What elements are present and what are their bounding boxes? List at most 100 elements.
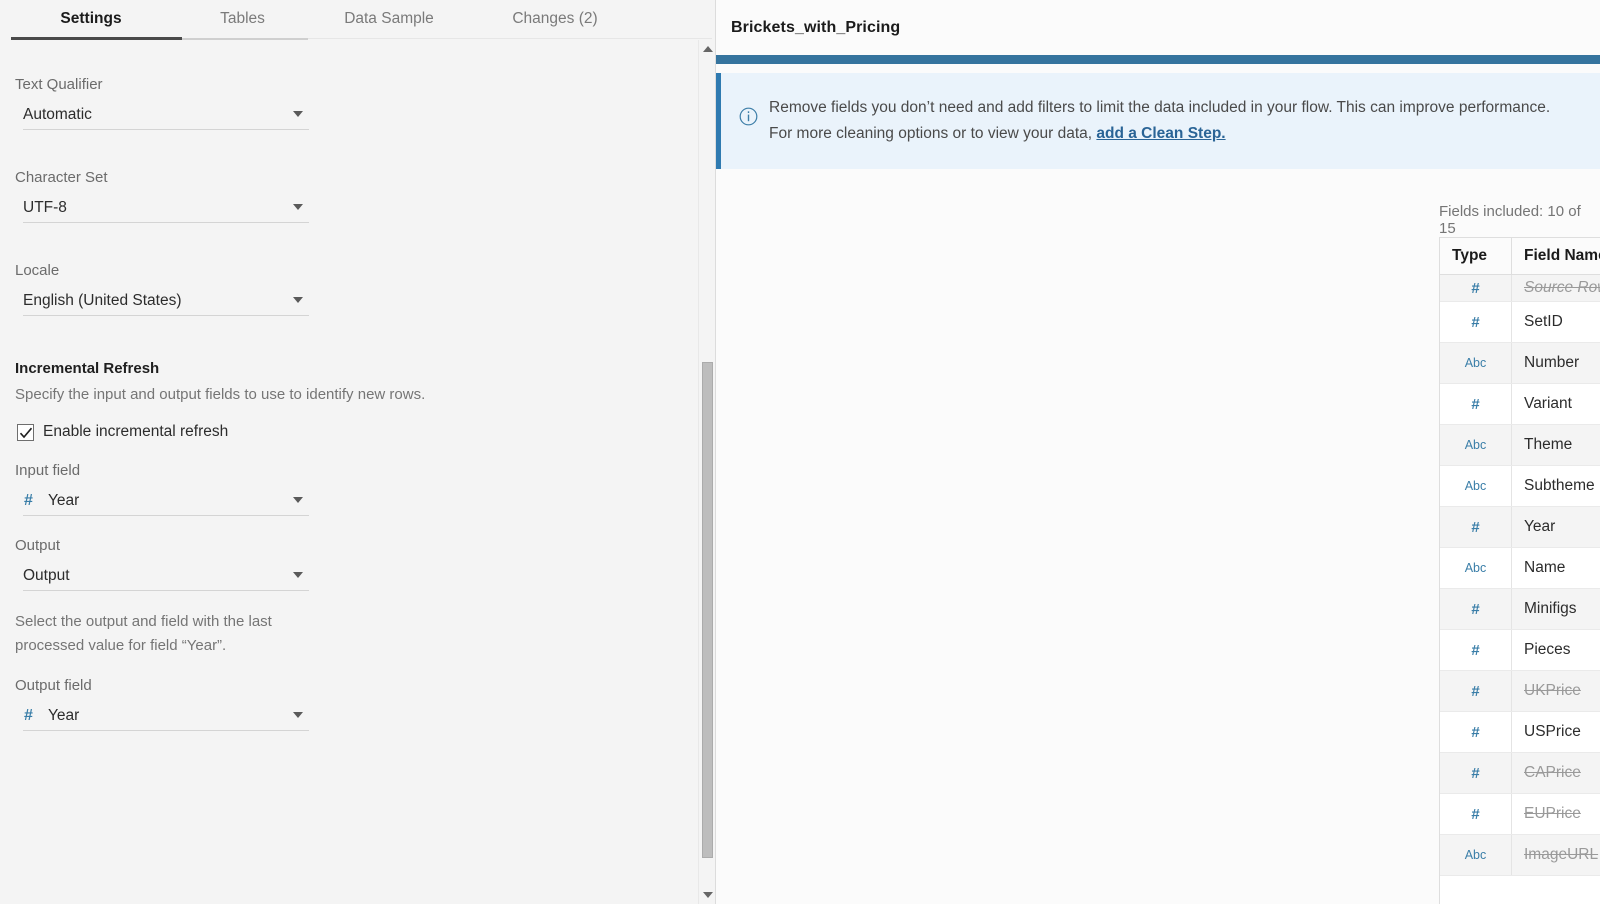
chevron-down-icon: [293, 297, 303, 303]
table-row[interactable]: # CAPrice: [1440, 753, 1600, 794]
scrollbar-thumb[interactable]: [702, 362, 713, 858]
scroll-down-arrow-icon[interactable]: [703, 892, 713, 898]
field-name-cell[interactable]: ImageURL: [1512, 835, 1600, 875]
output-value: Output: [23, 567, 70, 585]
info-banner-text: Remove fields you don’t need and add fil…: [769, 95, 1559, 147]
field-name-cell[interactable]: SetID: [1512, 302, 1600, 342]
string-type-icon[interactable]: Abc: [1440, 466, 1512, 506]
table-row[interactable]: # Minifigs: [1440, 589, 1600, 630]
number-type-icon[interactable]: #: [1440, 302, 1512, 342]
column-header-field-name[interactable]: Field Name: [1512, 238, 1600, 274]
info-banner: Remove fields you don’t need and add fil…: [716, 73, 1600, 169]
add-clean-step-link[interactable]: add a Clean Step.: [1096, 125, 1225, 142]
table-row[interactable]: #Source Row Number: [1440, 275, 1600, 302]
tab-changes[interactable]: Changes (2): [475, 0, 635, 38]
field-name-label: Year: [1524, 518, 1555, 536]
table-row[interactable]: # Pieces: [1440, 630, 1600, 671]
enable-incremental-refresh-checkbox-row[interactable]: Enable incremental refresh: [17, 423, 684, 441]
table-row[interactable]: AbcName: [1440, 548, 1600, 589]
output-select[interactable]: Output: [23, 561, 309, 591]
table-row[interactable]: AbcSubtheme: [1440, 466, 1600, 507]
table-row[interactable]: #UKPrice: [1440, 671, 1600, 712]
number-type-icon: #: [24, 492, 48, 510]
locale-value: English (United States): [23, 292, 182, 310]
field-name-cell[interactable]: Pieces: [1512, 630, 1600, 670]
settings-scroll-area[interactable]: Text Qualifier Automatic Character Set U…: [0, 40, 716, 904]
incremental-refresh-help-text: Select the output and field with the las…: [15, 610, 305, 658]
string-type-icon[interactable]: Abc: [1440, 835, 1512, 875]
output-label: Output: [15, 537, 684, 554]
settings-panel-scrollbar[interactable]: [698, 40, 716, 904]
enable-incremental-refresh-checkbox[interactable]: [17, 424, 34, 441]
table-row[interactable]: AbcImageURL: [1440, 835, 1600, 876]
number-type-icon[interactable]: #: [1440, 507, 1512, 547]
column-header-type[interactable]: Type: [1440, 238, 1512, 274]
number-type-icon[interactable]: #: [1440, 671, 1512, 711]
field-name-cell[interactable]: Variant: [1512, 384, 1600, 424]
character-set-value: UTF-8: [23, 199, 67, 217]
table-row[interactable]: #Variant: [1440, 384, 1600, 425]
field-table: Type Field Name Changes Preview #Source …: [1439, 237, 1600, 904]
table-row[interactable]: AbcTheme: [1440, 425, 1600, 466]
tab-bar: Settings Tables Data Sample Changes (2): [0, 0, 716, 40]
field-name-cell[interactable]: USPrice: [1512, 712, 1600, 752]
table-row[interactable]: #USPrice: [1440, 712, 1600, 753]
string-type-icon[interactable]: Abc: [1440, 425, 1512, 465]
string-type-icon[interactable]: Abc: [1440, 343, 1512, 383]
number-type-icon[interactable]: #: [1440, 589, 1512, 629]
field-name-label: EUPrice: [1524, 805, 1581, 823]
field-name-cell[interactable]: Number: [1512, 343, 1600, 383]
table-row[interactable]: AbcNumber: [1440, 343, 1600, 384]
field-name-cell[interactable]: Name: [1512, 548, 1600, 588]
number-type-icon[interactable]: #: [1440, 712, 1512, 752]
field-list-panel: Brickets_with_Pricing Remove fields you …: [716, 0, 1600, 904]
setting-output: Output Output: [0, 537, 684, 591]
tab-tables-label: Tables: [220, 10, 265, 28]
text-qualifier-select[interactable]: Automatic: [23, 100, 309, 130]
number-type-icon[interactable]: #: [1440, 630, 1512, 670]
character-set-select[interactable]: UTF-8: [23, 193, 309, 223]
output-field-select[interactable]: # Year: [23, 701, 309, 731]
field-name-label: Minifigs: [1524, 600, 1577, 618]
input-field-select[interactable]: # Year: [23, 486, 309, 516]
scroll-up-arrow-icon[interactable]: [703, 46, 713, 52]
field-name-cell[interactable]: UKPrice: [1512, 671, 1600, 711]
fields-included-count: Fields included: 10 of 15: [1439, 203, 1600, 237]
field-name-cell[interactable]: Subtheme: [1512, 466, 1600, 506]
input-field-label: Input field: [15, 462, 684, 479]
field-name-cell[interactable]: CAPrice: [1512, 753, 1600, 793]
table-row[interactable]: #SetID: [1440, 302, 1600, 343]
number-type-icon[interactable]: #: [1440, 794, 1512, 834]
tab-tables[interactable]: Tables: [182, 0, 303, 38]
field-name-cell[interactable]: Theme: [1512, 425, 1600, 465]
setting-output-field: Output field # Year: [0, 677, 684, 731]
output-field-value: Year: [48, 707, 79, 725]
number-type-icon[interactable]: #: [1440, 275, 1512, 301]
chevron-down-icon: [293, 204, 303, 210]
string-type-icon[interactable]: Abc: [1440, 548, 1512, 588]
field-name-cell[interactable]: Source Row Number: [1512, 275, 1600, 301]
enable-incremental-refresh-label: Enable incremental refresh: [43, 423, 228, 441]
field-name-label: CAPrice: [1524, 764, 1581, 782]
setting-character-set: Character Set UTF-8: [0, 169, 684, 223]
table-row[interactable]: # Year: [1440, 507, 1600, 548]
number-type-icon: #: [24, 707, 48, 725]
setting-text-qualifier: Text Qualifier Automatic: [0, 76, 684, 130]
tab-data-sample-label: Data Sample: [344, 10, 434, 28]
field-name-label: Pieces: [1524, 641, 1571, 659]
tab-underline-tertiary: [308, 38, 712, 39]
info-icon: [739, 107, 767, 131]
field-name-cell[interactable]: EUPrice: [1512, 794, 1600, 834]
incremental-refresh-description: Specify the input and output fields to u…: [15, 385, 575, 405]
locale-select[interactable]: English (United States): [23, 286, 309, 316]
number-type-icon[interactable]: #: [1440, 753, 1512, 793]
field-name-cell[interactable]: Year: [1512, 507, 1600, 547]
tab-data-sample[interactable]: Data Sample: [303, 0, 475, 38]
chevron-down-icon: [293, 497, 303, 503]
number-type-icon[interactable]: #: [1440, 384, 1512, 424]
incremental-refresh-title: Incremental Refresh: [15, 360, 684, 377]
locale-label: Locale: [15, 262, 684, 279]
field-name-cell[interactable]: Minifigs: [1512, 589, 1600, 629]
tab-settings[interactable]: Settings: [0, 0, 182, 38]
table-row[interactable]: # EUPrice: [1440, 794, 1600, 835]
